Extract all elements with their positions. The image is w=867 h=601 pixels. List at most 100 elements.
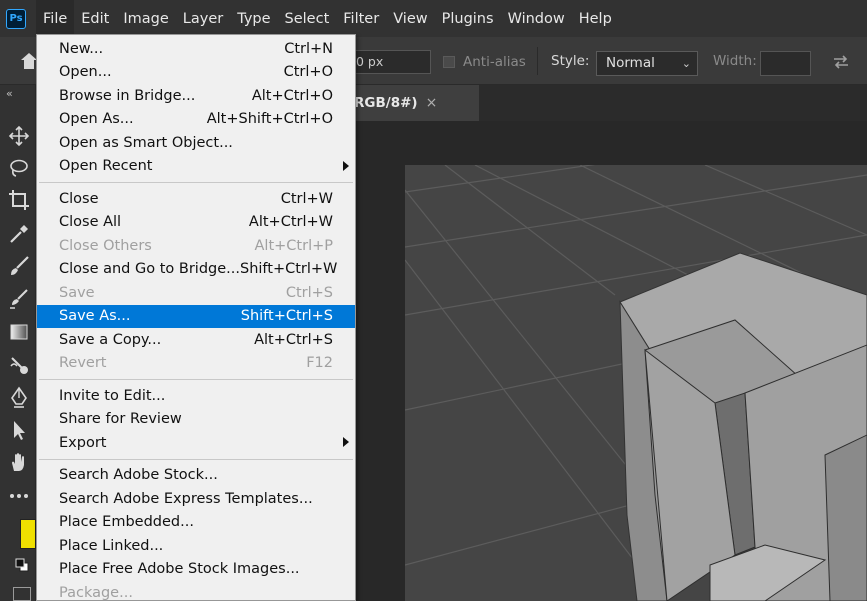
- menu-edit[interactable]: Edit: [74, 0, 116, 37]
- antialias-label: Anti-alias: [463, 54, 526, 70]
- menu-item-label: Open As...: [59, 111, 134, 128]
- menu-item-save-a-copy[interactable]: Save a Copy... Alt+Ctrl+S: [37, 328, 355, 352]
- default-colors-icon[interactable]: [15, 558, 29, 572]
- menu-separator: [39, 379, 353, 380]
- dodge-tool-icon[interactable]: [8, 354, 30, 376]
- menu-item-label: Open Recent: [59, 158, 153, 175]
- menu-item-label: New...: [59, 40, 104, 57]
- antialias-checkbox[interactable]: [443, 56, 455, 68]
- options-divider: [537, 47, 538, 75]
- menu-item-label: Save: [59, 284, 95, 301]
- menu-item-package: Package...: [37, 581, 355, 601]
- swap-arrows-icon[interactable]: [832, 53, 850, 71]
- menu-filter[interactable]: Filter: [336, 0, 386, 37]
- menu-item-shortcut: Alt+Shift+Ctrl+O: [206, 111, 333, 128]
- menu-item-shortcut: Alt+Ctrl+O: [251, 87, 333, 104]
- menu-type[interactable]: Type: [230, 0, 277, 37]
- menu-item-label: Search Adobe Express Templates...: [59, 490, 313, 507]
- menu-item-label: Close: [59, 190, 99, 207]
- menu-item-label: Browse in Bridge...: [59, 87, 196, 104]
- foreground-color-swatch[interactable]: [20, 519, 36, 549]
- menu-item-label: Share for Review: [59, 411, 182, 428]
- crop-tool-icon[interactable]: [8, 189, 30, 211]
- brush-tool-icon[interactable]: [8, 255, 30, 277]
- menu-item-open[interactable]: Open... Ctrl+O: [37, 61, 355, 85]
- hand-tool-icon[interactable]: [8, 451, 30, 473]
- menu-select[interactable]: Select: [278, 0, 337, 37]
- clone-stamp-tool-icon[interactable]: [8, 288, 30, 310]
- menu-item-label: Package...: [59, 584, 133, 601]
- menu-item-place-linked[interactable]: Place Linked...: [37, 534, 355, 558]
- menu-item-export[interactable]: Export: [37, 431, 355, 455]
- menu-item-label: Search Adobe Stock...: [59, 467, 218, 484]
- menu-item-place-free-adobe-stock-images[interactable]: Place Free Adobe Stock Images...: [37, 558, 355, 582]
- menu-item-label: Close All: [59, 214, 122, 231]
- menu-item-browse-in-bridge[interactable]: Browse in Bridge... Alt+Ctrl+O: [37, 84, 355, 108]
- menu-item-shortcut: Ctrl+O: [283, 64, 333, 81]
- menu-item-shortcut: Alt+Ctrl+W: [248, 214, 333, 231]
- pen-tool-icon[interactable]: [8, 386, 30, 408]
- menu-item-revert: Revert F12: [37, 352, 355, 376]
- menu-item-shortcut: Ctrl+W: [280, 190, 333, 207]
- menu-item-label: Save As...: [59, 308, 131, 325]
- menu-item-search-adobe-express-templates[interactable]: Search Adobe Express Templates...: [37, 487, 355, 511]
- width-field[interactable]: [760, 51, 811, 76]
- more-tools-icon[interactable]: [8, 485, 30, 507]
- menu-file[interactable]: File: [36, 0, 75, 37]
- quick-mask-icon[interactable]: [13, 587, 31, 601]
- menu-item-share-for-review[interactable]: Share for Review: [37, 408, 355, 432]
- menu-image[interactable]: Image: [116, 0, 175, 37]
- menu-item-new[interactable]: New... Ctrl+N: [37, 37, 355, 61]
- submenu-arrow-icon: [343, 437, 349, 447]
- menu-view[interactable]: View: [386, 0, 434, 37]
- style-label: Style:: [551, 53, 590, 69]
- canvas-3d-render[interactable]: [405, 165, 867, 601]
- chevron-down-icon: ⌄: [681, 57, 691, 70]
- menu-item-open-as-smart-object[interactable]: Open as Smart Object...: [37, 131, 355, 155]
- menu-item-place-embedded[interactable]: Place Embedded...: [37, 511, 355, 535]
- menu-item-shortcut: Alt+Ctrl+S: [254, 331, 333, 348]
- menu-separator: [39, 458, 353, 460]
- file-menu-dropdown: New... Ctrl+N Open... Ctrl+O Browse in B…: [36, 34, 356, 601]
- tools-panel: «: [0, 85, 36, 601]
- menu-item-shortcut: Shift+Ctrl+W: [239, 261, 338, 278]
- menu-item-label: Open as Smart Object...: [59, 134, 233, 151]
- menu-item-open-as[interactable]: Open As... Alt+Shift+Ctrl+O: [37, 108, 355, 132]
- eyedropper-tool-icon[interactable]: [8, 223, 30, 245]
- path-selection-tool-icon[interactable]: [8, 419, 30, 441]
- menu-item-close-all[interactable]: Close All Alt+Ctrl+W: [37, 211, 355, 235]
- menu-item-label: Export: [59, 434, 107, 451]
- menu-item-label: Place Free Adobe Stock Images...: [59, 561, 300, 578]
- collapse-panel-icon[interactable]: «: [6, 87, 13, 100]
- menu-item-close-and-go-to-bridge[interactable]: Close and Go to Bridge... Shift+Ctrl+W: [37, 258, 355, 282]
- menu-window[interactable]: Window: [501, 0, 572, 37]
- menu-plugins[interactable]: Plugins: [435, 0, 501, 37]
- menu-item-invite-to-edit[interactable]: Invite to Edit...: [37, 384, 355, 408]
- menu-item-search-adobe-stock[interactable]: Search Adobe Stock...: [37, 464, 355, 488]
- style-select[interactable]: Normal ⌄: [596, 51, 698, 76]
- menu-item-open-recent[interactable]: Open Recent: [37, 155, 355, 179]
- feather-field[interactable]: 0 px: [353, 50, 431, 74]
- menu-bar: Ps File Edit Image Layer Type Select Fil…: [0, 0, 867, 37]
- menu-help[interactable]: Help: [572, 0, 619, 37]
- gradient-tool-icon[interactable]: [8, 321, 30, 343]
- document-tab-title: RGB/8#): [354, 95, 418, 111]
- move-tool-icon[interactable]: [8, 125, 30, 147]
- menu-item-shortcut: Ctrl+S: [285, 284, 333, 301]
- menu-item-save: Save Ctrl+S: [37, 281, 355, 305]
- menu-item-close-others: Close Others Alt+Ctrl+P: [37, 234, 355, 258]
- lasso-tool-icon[interactable]: [8, 157, 30, 179]
- photoshop-logo-icon[interactable]: Ps: [6, 8, 26, 29]
- menu-item-label: Save a Copy...: [59, 331, 162, 348]
- menu-item-label: Place Embedded...: [59, 514, 194, 531]
- menu-item-close[interactable]: Close Ctrl+W: [37, 187, 355, 211]
- photoshop-window: Ps File Edit Image Layer Type Select Fil…: [0, 0, 867, 601]
- document-tab[interactable]: RGB/8#) ×: [354, 85, 479, 121]
- menu-separator: [39, 182, 353, 183]
- menu-item-label: Invite to Edit...: [59, 387, 166, 404]
- menu-item-shortcut: Ctrl+N: [284, 40, 333, 57]
- menu-item-save-as[interactable]: Save As... Shift+Ctrl+S: [37, 304, 355, 328]
- close-tab-icon[interactable]: ×: [426, 95, 438, 111]
- menu-item-label: Place Linked...: [59, 537, 164, 554]
- menu-layer[interactable]: Layer: [176, 0, 230, 37]
